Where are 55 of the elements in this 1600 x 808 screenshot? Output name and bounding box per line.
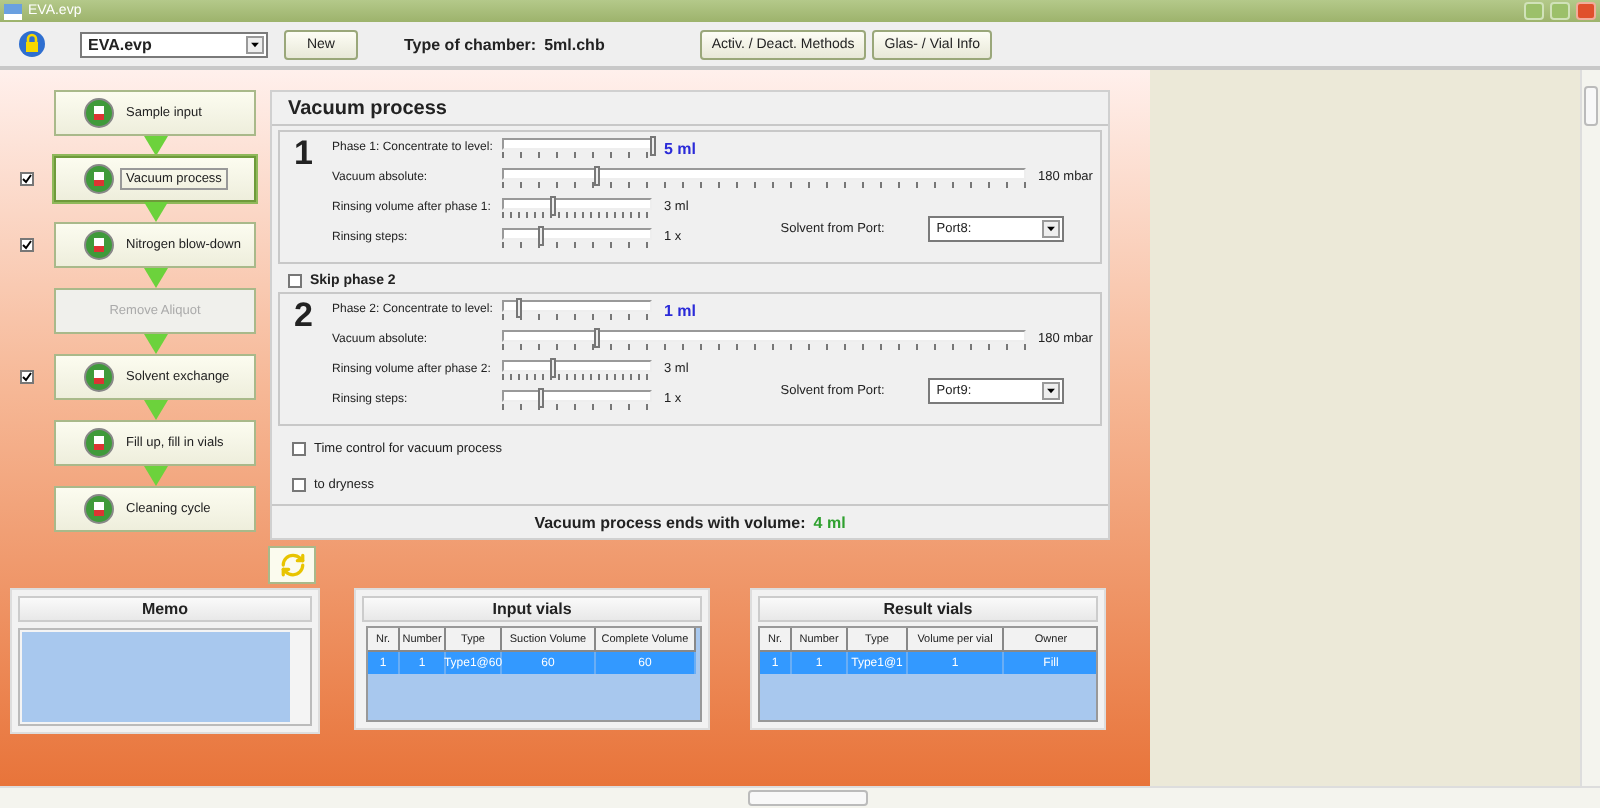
slider-thumb[interactable] [549, 358, 556, 378]
down-arrow-icon [144, 334, 168, 354]
beaker-icon [84, 98, 114, 128]
checkbox[interactable] [20, 172, 34, 186]
slider-thumb[interactable] [537, 388, 544, 408]
result-label: Vacuum process ends with volume: [534, 513, 806, 531]
beaker-icon [84, 164, 114, 194]
slider-value: 5 ml [664, 138, 697, 158]
slider[interactable] [502, 360, 652, 382]
dropdown-arrow-icon [1042, 381, 1061, 399]
panel-title: Vacuum process [288, 97, 447, 119]
panel-title: Result vials [758, 596, 1098, 622]
scrollbar[interactable] [0, 786, 1600, 808]
checkbox[interactable] [292, 478, 306, 492]
refresh-icon [279, 552, 305, 578]
result-value: 4 ml [813, 513, 846, 531]
slider[interactable] [502, 300, 652, 322]
down-arrow-icon [144, 400, 168, 420]
checkbox[interactable] [20, 238, 34, 252]
slider[interactable] [502, 330, 1026, 352]
down-arrow-icon [144, 136, 168, 156]
chamber-label: Type of chamber: [404, 35, 537, 53]
down-arrow-icon [144, 466, 168, 486]
beaker-icon [84, 230, 114, 260]
dropdown-arrow-icon [1042, 219, 1061, 237]
checkbox[interactable] [288, 274, 302, 288]
panel-title: Input vials [362, 596, 702, 622]
phase-number: 2 [292, 300, 315, 338]
dropdown-arrow-icon [246, 35, 264, 53]
panel-title: Memo [18, 596, 312, 622]
slider-thumb[interactable] [650, 136, 656, 156]
beaker-icon [84, 428, 114, 458]
slider[interactable] [502, 390, 652, 412]
beaker-icon [84, 494, 114, 524]
checkbox[interactable] [20, 370, 34, 384]
slider-thumb[interactable] [537, 226, 544, 246]
slider-thumb[interactable] [594, 166, 601, 186]
beaker-icon [84, 362, 114, 392]
checkbox[interactable] [292, 442, 306, 456]
method-dropdown[interactable]: EVA.evp [80, 31, 268, 57]
lock-icon[interactable] [18, 30, 46, 58]
down-arrow-icon [144, 202, 168, 222]
app-icon [4, 3, 22, 19]
slider[interactable] [502, 198, 652, 220]
slider-thumb[interactable] [594, 328, 601, 348]
slider-value: 1 ml [664, 300, 697, 320]
slider-thumb[interactable] [549, 196, 556, 216]
slider[interactable] [502, 138, 652, 160]
chamber-value: 5ml.chb [544, 35, 605, 53]
scrollbar[interactable] [1580, 70, 1600, 786]
down-arrow-icon [144, 268, 168, 288]
slider[interactable] [502, 168, 1026, 190]
phase-number: 1 [292, 138, 315, 176]
slider-thumb[interactable] [515, 298, 521, 318]
slider[interactable] [502, 228, 652, 250]
